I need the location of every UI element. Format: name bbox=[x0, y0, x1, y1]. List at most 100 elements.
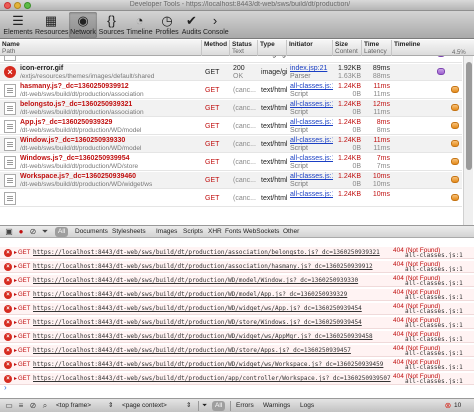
column-name[interactable]: Name Path bbox=[0, 40, 202, 56]
dock-icon[interactable]: ▭ bbox=[4, 401, 14, 411]
request-url-link[interactable]: https://localhost:8443/dt-web/sws/build/… bbox=[33, 331, 373, 342]
source-link[interactable]: all-classes.js:1 bbox=[405, 292, 463, 300]
expand-arrow-icon[interactable]: ▸ bbox=[14, 359, 17, 370]
initiator-link[interactable]: index.jsp:21 bbox=[290, 65, 333, 73]
filter-other[interactable]: Other bbox=[280, 227, 302, 237]
zoom-window-button[interactable] bbox=[24, 2, 31, 9]
expand-arrow-icon[interactable]: ▸ bbox=[14, 303, 17, 314]
column-method[interactable]: Method bbox=[202, 40, 230, 56]
error-count[interactable]: 10 bbox=[454, 401, 461, 411]
log-filter-warnings[interactable]: Warnings bbox=[263, 401, 290, 411]
expand-arrow-icon[interactable]: ▸ bbox=[14, 373, 17, 384]
timeline-bar[interactable] bbox=[451, 194, 459, 201]
column-size[interactable]: Size Content bbox=[333, 40, 362, 56]
expand-arrow-icon[interactable]: ▸ bbox=[14, 317, 17, 328]
filter-scripts[interactable]: Scripts bbox=[180, 227, 206, 237]
console-error-message[interactable]: × ▸ GET https://localhost:8443/dt-web/sws/b… bbox=[0, 303, 474, 315]
network-request-row[interactable]: Window.js?_dc=1360250939330/dt-web/sws/b… bbox=[0, 136, 462, 153]
timeline-bar[interactable] bbox=[437, 56, 445, 57]
console-error-message[interactable]: × ▸ GET https://localhost:8443/dt-web/sws/b… bbox=[0, 261, 474, 273]
filter-documents[interactable]: Documents bbox=[72, 227, 111, 237]
source-link[interactable]: all-classes.js:1 bbox=[405, 362, 463, 370]
timeline-bar[interactable] bbox=[451, 86, 459, 93]
context-selector[interactable]: <page context> bbox=[122, 401, 167, 411]
toolbar-tab-audits[interactable]: ✔ Audits bbox=[181, 12, 202, 38]
initiator-link[interactable]: all-classes.js:1 bbox=[290, 83, 333, 91]
expand-arrow-icon[interactable]: ▸ bbox=[14, 289, 17, 300]
request-url-link[interactable]: https://localhost:8443/dt-web/sws/build/… bbox=[33, 247, 380, 258]
initiator-link[interactable]: all-classes.js:1 bbox=[290, 173, 333, 181]
filter-all[interactable]: All bbox=[55, 227, 69, 237]
console-error-message[interactable]: × ▸ GET https://localhost:8443/dt-web/sws/b… bbox=[0, 247, 474, 259]
error-count-icon[interactable]: ⊗ bbox=[443, 401, 453, 411]
initiator-link[interactable]: all-classes.js:1 bbox=[290, 101, 333, 109]
timeline-bar[interactable] bbox=[451, 176, 459, 183]
close-window-button[interactable] bbox=[4, 2, 11, 9]
minimize-window-button[interactable] bbox=[14, 2, 21, 9]
initiator-link[interactable]: all-classes.js:1 bbox=[290, 191, 333, 199]
frame-selector[interactable]: <top frame> bbox=[56, 401, 91, 411]
console-error-message[interactable]: × ▸ GET https://localhost:8443/dt-web/sws/b… bbox=[0, 373, 474, 385]
timeline-bar[interactable] bbox=[437, 68, 445, 75]
expand-arrow-icon[interactable]: ▸ bbox=[14, 331, 17, 342]
log-filter-logs[interactable]: Logs bbox=[300, 401, 314, 411]
column-status[interactable]: Status Text bbox=[230, 40, 258, 56]
initiator-link[interactable]: all-classes.js:1 bbox=[290, 137, 333, 145]
toolbar-tab-timeline[interactable]: ◔ Timeline bbox=[126, 12, 153, 38]
source-link[interactable]: all-classes.js:1 bbox=[405, 376, 463, 384]
search-icon[interactable]: ⌕ bbox=[40, 401, 50, 411]
console-error-message[interactable]: × ▸ GET https://localhost:8443/dt-web/sws/b… bbox=[0, 345, 474, 357]
network-request-row[interactable]: × icon-error.gif/extjs/resources/themes/i… bbox=[0, 64, 462, 81]
source-link[interactable]: all-classes.js:1 bbox=[405, 306, 463, 314]
clear-console-icon[interactable]: ⊘ bbox=[28, 401, 38, 411]
log-filter-icon[interactable]: ⏷ bbox=[202, 401, 207, 411]
network-request-row[interactable]: belongsto.js?_dc=1360250939321/dt-web/sw… bbox=[0, 100, 462, 117]
log-filter-all[interactable]: All bbox=[212, 401, 226, 411]
toggle-drawer-icon[interactable]: ▣ bbox=[4, 227, 14, 237]
source-link[interactable]: all-classes.js:1 bbox=[405, 334, 463, 342]
request-url-link[interactable]: https://localhost:8443/dt-web/sws/build/… bbox=[33, 373, 391, 384]
timeline-bar[interactable] bbox=[451, 104, 459, 111]
request-url-link[interactable]: https://localhost:8443/dt-web/sws/build/… bbox=[33, 317, 362, 328]
request-url-link[interactable]: https://localhost:8443/dt-web/sws/build/… bbox=[33, 345, 351, 356]
timeline-bar[interactable] bbox=[451, 158, 459, 165]
timeline-bar[interactable] bbox=[451, 140, 459, 147]
network-request-row[interactable]: Windows.js?_dc=1360250939954/dt-web/sws/… bbox=[0, 154, 462, 171]
network-request-row[interactable]: /extjs/resources/themes/images/default/s… bbox=[0, 56, 462, 63]
network-request-row[interactable]: App.js?_dc=1360250939329/dt-web/sws/buil… bbox=[0, 118, 462, 135]
column-type[interactable]: Type bbox=[258, 40, 287, 56]
filter-stylesheets[interactable]: Stylesheets bbox=[109, 227, 149, 237]
column-initiator[interactable]: Initiator bbox=[287, 40, 333, 56]
request-url-link[interactable]: https://localhost:8443/dt-web/sws/build/… bbox=[33, 289, 347, 300]
expand-arrow-icon[interactable]: ▸ bbox=[14, 247, 17, 258]
network-scrollbar-thumb[interactable] bbox=[466, 62, 472, 170]
source-link[interactable]: all-classes.js:1 bbox=[405, 348, 463, 356]
console-error-message[interactable]: × ▸ GET https://localhost:8443/dt-web/sws/b… bbox=[0, 317, 474, 329]
source-link[interactable]: all-classes.js:1 bbox=[405, 320, 463, 328]
expand-arrow-icon[interactable]: ▸ bbox=[14, 275, 17, 286]
log-filter-errors[interactable]: Errors bbox=[236, 401, 254, 411]
request-url-link[interactable]: https://localhost:8443/dt-web/sws/build/… bbox=[33, 359, 383, 370]
request-url-link[interactable]: https://localhost:8443/dt-web/sws/build/… bbox=[33, 261, 373, 272]
console-error-message[interactable]: × ▸ GET https://localhost:8443/dt-web/sws/b… bbox=[0, 359, 474, 371]
request-url-link[interactable]: https://localhost:8443/dt-web/sws/build/… bbox=[33, 303, 362, 314]
initiator-link[interactable]: all-classes.js:1 bbox=[290, 155, 333, 163]
column-time[interactable]: Time Latency bbox=[362, 40, 392, 56]
toolbar-tab-network[interactable]: ◉ Network bbox=[69, 12, 97, 38]
record-icon[interactable]: ● bbox=[16, 227, 26, 237]
network-request-row[interactable]: hasmany.js?_dc=1360250939912/dt-web/sws/… bbox=[0, 82, 462, 99]
toolbar-tab-resources[interactable]: ▦ Resources bbox=[35, 12, 68, 38]
network-request-row[interactable]: Workspace.js?_dc=1360250939460/dt-web/sw… bbox=[0, 172, 462, 189]
toolbar-tab-console[interactable]: › Console bbox=[203, 12, 229, 38]
initiator-link[interactable]: all-classes.js:1 bbox=[290, 119, 333, 127]
console-error-message[interactable]: × ▸ GET https://localhost:8443/dt-web/sws/b… bbox=[0, 289, 474, 301]
console-error-message[interactable]: × ▸ GET https://localhost:8443/dt-web/sws/b… bbox=[0, 275, 474, 287]
filter-images[interactable]: Images bbox=[153, 227, 180, 237]
filter-websockets[interactable]: WebSockets bbox=[240, 227, 282, 237]
toolbar-tab-sources[interactable]: {} Sources bbox=[98, 12, 125, 38]
network-request-row[interactable]: GET (canc... text/html all-classes.js:1 1.24… bbox=[0, 190, 462, 207]
request-url-link[interactable]: https://localhost:8443/dt-web/sws/build/… bbox=[33, 275, 358, 286]
expand-arrow-icon[interactable]: ▸ bbox=[14, 261, 17, 272]
toolbar-tab-profiles[interactable]: ◷ Profiles bbox=[154, 12, 180, 38]
frame-selector-chevron-icon[interactable]: ⇕ bbox=[108, 401, 113, 411]
